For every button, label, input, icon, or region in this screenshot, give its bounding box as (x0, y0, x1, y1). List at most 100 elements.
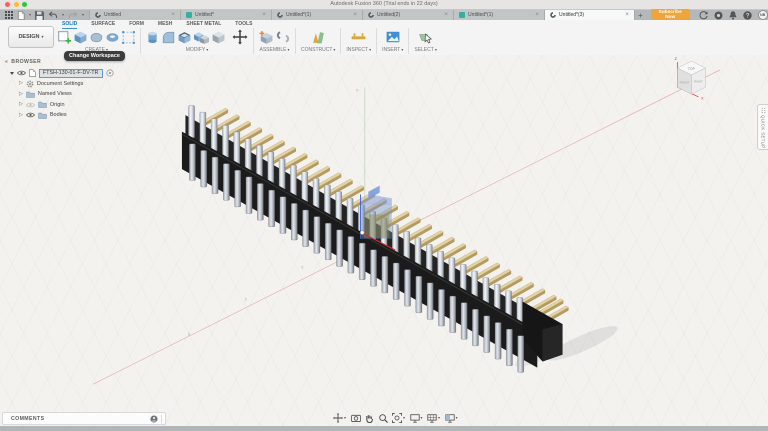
component-name[interactable]: FTSH-130-01-F-DV-TR (39, 68, 103, 78)
app-grid-icon[interactable] (5, 11, 13, 19)
fillet-icon[interactable] (162, 31, 175, 44)
browser-item-bodies[interactable]: ▷ Bodies (0, 110, 150, 121)
insert-dropdown[interactable]: INSERT ▾ (382, 47, 403, 53)
comments-bar[interactable]: COMMENTS (2, 412, 166, 425)
tab-label: Untitled*(3) (559, 12, 585, 18)
zoom-icon[interactable] (378, 413, 388, 423)
extensions-icon[interactable] (714, 11, 723, 20)
close-tab-icon[interactable]: × (353, 11, 357, 19)
close-tab-icon[interactable]: × (444, 11, 448, 19)
caret-down-icon[interactable]: ▾ (344, 416, 346, 420)
visibility-eye-icon[interactable] (17, 70, 26, 76)
close-tab-icon[interactable]: × (625, 11, 629, 19)
expand-closed-icon[interactable]: ▷ (19, 81, 23, 86)
select-cursor-icon[interactable] (418, 31, 433, 44)
orbit-icon[interactable] (333, 413, 343, 423)
document-tab-active[interactable]: Untitled*(3) × (544, 10, 636, 20)
look-at-icon[interactable] (350, 414, 361, 422)
workspace-selector-button[interactable]: DESIGN ▾ (8, 26, 54, 48)
separator (140, 28, 141, 54)
combine-icon[interactable] (194, 31, 209, 44)
quick-setup-tab[interactable]: QUICK SETUP (757, 104, 768, 150)
create-sketch-icon[interactable] (58, 30, 71, 44)
expand-closed-icon[interactable]: ▷ (19, 112, 23, 118)
viewcube[interactable]: TOP FRONT RIGHT Z X (675, 56, 706, 100)
move-copy-icon[interactable] (232, 29, 248, 45)
grid-label: 5 (356, 88, 359, 93)
undo-icon[interactable] (48, 11, 58, 19)
separator (376, 28, 378, 54)
form-icon[interactable] (90, 32, 103, 43)
offset-face-icon[interactable] (212, 31, 225, 44)
new-component-icon[interactable] (259, 30, 273, 44)
document-tab[interactable]: Untitled*(1) × (453, 10, 545, 20)
display-settings-icon[interactable] (409, 413, 420, 423)
browser-root-row[interactable]: FTSH-130-01-F-DV-TR (0, 68, 150, 79)
selection-overlay (360, 87, 396, 251)
notifications-bell-icon[interactable] (728, 10, 737, 20)
assemble-dropdown[interactable]: ASSEMBLE ▾ (260, 47, 290, 53)
browser-item-origin[interactable]: ▷ Origin (0, 100, 150, 111)
document-tabs: Untitled × Untitled* × Untitled*(1) × Un… (89, 10, 636, 20)
expand-closed-icon[interactable]: ▷ (19, 102, 23, 107)
inspect-dropdown[interactable]: INSPECT ▾ (346, 47, 371, 53)
browser-title: BROWSER (11, 59, 42, 65)
expand-closed-icon[interactable]: ▷ (19, 91, 23, 97)
viewcube-right-label: RIGHT (694, 79, 703, 83)
3d-model-pin-header[interactable] (181, 105, 621, 373)
modify-dropdown[interactable]: MODIFY ▾ (186, 47, 208, 53)
document-tab[interactable]: Untitled × (89, 10, 181, 20)
press-pull-icon[interactable] (146, 31, 159, 44)
viewports-icon[interactable] (444, 413, 455, 423)
document-tab[interactable]: Untitled(2) × (362, 10, 454, 20)
close-tab-icon[interactable]: × (535, 11, 539, 19)
selected-pins-highlight (363, 214, 390, 238)
construct-dropdown[interactable]: CONSTRUCT ▾ (301, 47, 335, 53)
select-dropdown[interactable]: SELECT ▾ (414, 47, 436, 53)
browser-item-named-views[interactable]: ▷ Named Views (0, 89, 150, 100)
grid-snaps-icon[interactable] (427, 413, 437, 423)
grid-label: 5 (188, 331, 191, 336)
expand-open-icon[interactable] (10, 71, 14, 75)
shell-icon[interactable] (178, 31, 191, 44)
caret-down-icon[interactable]: ▾ (403, 416, 405, 420)
file-menu-icon[interactable] (17, 10, 25, 20)
inspect-group: INSPECT ▾ (346, 28, 371, 53)
origin-point[interactable] (360, 230, 365, 235)
construction-plane-icon[interactable] (312, 31, 325, 44)
separator (340, 28, 342, 54)
caret-down-icon[interactable]: ▾ (29, 13, 31, 17)
comments-label: COMMENTS (11, 415, 45, 422)
caret-down-icon[interactable]: ▾ (456, 416, 458, 420)
close-tab-icon[interactable]: × (171, 11, 175, 19)
visibility-eye-icon[interactable] (25, 112, 35, 118)
caret-down-icon[interactable]: ▾ (82, 13, 84, 17)
caret-down-icon: ▾ (401, 47, 404, 52)
help-icon[interactable]: ? (742, 10, 752, 20)
save-icon[interactable] (35, 10, 45, 20)
measure-icon[interactable] (351, 31, 366, 43)
pan-hand-icon[interactable] (365, 414, 374, 423)
z-axis-label: Z (675, 56, 678, 61)
activate-component-radio[interactable] (105, 69, 114, 77)
document-tab[interactable]: Untitled* × (180, 10, 272, 20)
viewport-canvas[interactable]: 5 5 5 5 TOP FRONT RIGHT Z X « BROWSER FT… (0, 55, 768, 426)
new-document-button[interactable]: + (635, 10, 646, 20)
browser-item-document-settings[interactable]: ▷ Document Settings (0, 79, 150, 90)
caret-down-icon[interactable]: ▾ (62, 13, 64, 17)
visibility-eye-off-icon[interactable] (25, 102, 35, 108)
joint-icon[interactable] (276, 31, 290, 43)
document-tab[interactable]: Untitled*(1) × (271, 10, 363, 20)
extrude-icon[interactable] (74, 31, 87, 44)
caret-down-icon[interactable]: ▾ (421, 416, 423, 420)
user-avatar[interactable]: NB (757, 9, 768, 21)
sketch-points-icon[interactable] (122, 30, 135, 44)
revolve-icon[interactable] (106, 32, 119, 43)
job-status-icon[interactable] (699, 10, 708, 20)
redo-icon[interactable] (68, 11, 78, 19)
fit-icon[interactable] (392, 413, 402, 423)
insert-image-icon[interactable] (386, 31, 400, 43)
collapse-panel-icon[interactable]: « (5, 59, 8, 65)
close-tab-icon[interactable]: × (262, 11, 266, 19)
caret-down-icon[interactable]: ▾ (438, 416, 440, 420)
